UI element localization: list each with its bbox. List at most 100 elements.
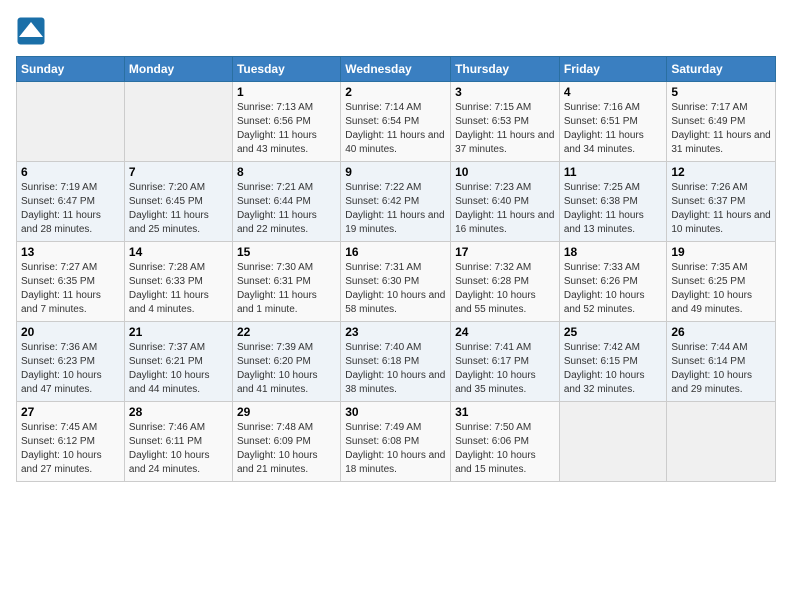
day-info: Sunrise: 7:40 AMSunset: 6:18 PMDaylight:… (345, 341, 446, 397)
day-info: Sunrise: 7:20 AMSunset: 6:45 PMDaylight:… (129, 181, 228, 237)
logo-icon (16, 16, 46, 46)
day-number: 20 (21, 325, 120, 339)
header-cell-sunday: Sunday (17, 57, 125, 82)
day-info: Sunrise: 7:33 AMSunset: 6:26 PMDaylight:… (564, 261, 663, 317)
day-cell: 5 Sunrise: 7:17 AMSunset: 6:49 PMDaylight… (667, 82, 776, 162)
header-cell-monday: Monday (124, 57, 232, 82)
day-info: Sunrise: 7:13 AMSunset: 6:56 PMDaylight:… (237, 101, 336, 157)
day-cell: 22 Sunrise: 7:39 AMSunset: 6:20 PMDayligh… (232, 322, 340, 402)
day-cell (667, 402, 776, 482)
day-info: Sunrise: 7:27 AMSunset: 6:35 PMDaylight:… (21, 261, 120, 317)
header-cell-wednesday: Wednesday (341, 57, 451, 82)
day-cell: 13 Sunrise: 7:27 AMSunset: 6:35 PMDayligh… (17, 242, 125, 322)
header-cell-thursday: Thursday (451, 57, 560, 82)
day-cell: 25Sunrise: 7:42 AMSunset: 6:15 PMDayligh… (559, 322, 667, 402)
day-cell: 11Sunrise: 7:25 AMSunset: 6:38 PMDayligh… (559, 162, 667, 242)
day-cell (17, 82, 125, 162)
day-number: 5 (671, 85, 771, 99)
day-info: Sunrise: 7:49 AMSunset: 6:08 PMDaylight:… (345, 421, 446, 477)
day-info: Sunrise: 7:32 AMSunset: 6:28 PMDaylight:… (455, 261, 555, 317)
day-info: Sunrise: 7:15 AMSunset: 6:53 PMDaylight:… (455, 101, 555, 157)
day-cell: 12 Sunrise: 7:26 AMSunset: 6:37 PMDayligh… (667, 162, 776, 242)
logo (16, 16, 50, 46)
day-cell: 8Sunrise: 7:21 AMSunset: 6:44 PMDaylight… (232, 162, 340, 242)
day-info: Sunrise: 7:36 AMSunset: 6:23 PMDaylight:… (21, 341, 120, 397)
day-number: 15 (237, 245, 336, 259)
day-number: 4 (564, 85, 663, 99)
week-row-1: 1 Sunrise: 7:13 AMSunset: 6:56 PMDaylight… (17, 82, 776, 162)
day-info: Sunrise: 7:41 AMSunset: 6:17 PMDaylight:… (455, 341, 555, 397)
calendar-table: SundayMondayTuesdayWednesdayThursdayFrid… (16, 56, 776, 482)
day-number: 29 (237, 405, 336, 419)
day-cell: 21 Sunrise: 7:37 AMSunset: 6:21 PMDayligh… (124, 322, 232, 402)
day-number: 28 (129, 405, 228, 419)
day-cell: 6 Sunrise: 7:19 AMSunset: 6:47 PMDaylight… (17, 162, 125, 242)
day-cell: 9 Sunrise: 7:22 AMSunset: 6:42 PMDaylight… (341, 162, 451, 242)
day-cell: 30Sunrise: 7:49 AMSunset: 6:08 PMDayligh… (341, 402, 451, 482)
day-cell: 2 Sunrise: 7:14 AMSunset: 6:54 PMDaylight… (341, 82, 451, 162)
day-number: 22 (237, 325, 336, 339)
day-cell: 1 Sunrise: 7:13 AMSunset: 6:56 PMDaylight… (232, 82, 340, 162)
day-info: Sunrise: 7:23 AMSunset: 6:40 PMDaylight:… (455, 181, 555, 237)
day-number: 9 (345, 165, 446, 179)
day-info: Sunrise: 7:37 AMSunset: 6:21 PMDaylight:… (129, 341, 228, 397)
day-info: Sunrise: 7:39 AMSunset: 6:20 PMDaylight:… (237, 341, 336, 397)
day-info: Sunrise: 7:35 AMSunset: 6:25 PMDaylight:… (671, 261, 771, 317)
day-number: 7 (129, 165, 228, 179)
header-cell-saturday: Saturday (667, 57, 776, 82)
day-number: 21 (129, 325, 228, 339)
day-number: 12 (671, 165, 771, 179)
day-cell: 14 Sunrise: 7:28 AMSunset: 6:33 PMDayligh… (124, 242, 232, 322)
week-row-5: 27Sunrise: 7:45 AMSunset: 6:12 PMDayligh… (17, 402, 776, 482)
day-cell: 16 Sunrise: 7:31 AMSunset: 6:30 PMDayligh… (341, 242, 451, 322)
day-info: Sunrise: 7:45 AMSunset: 6:12 PMDaylight:… (21, 421, 120, 477)
day-info: Sunrise: 7:16 AMSunset: 6:51 PMDaylight:… (564, 101, 663, 157)
calendar-header: SundayMondayTuesdayWednesdayThursdayFrid… (17, 57, 776, 82)
day-info: Sunrise: 7:42 AMSunset: 6:15 PMDaylight:… (564, 341, 663, 397)
day-number: 14 (129, 245, 228, 259)
header-cell-friday: Friday (559, 57, 667, 82)
day-cell: 15Sunrise: 7:30 AMSunset: 6:31 PMDayligh… (232, 242, 340, 322)
header-row: SundayMondayTuesdayWednesdayThursdayFrid… (17, 57, 776, 82)
day-cell: 3 Sunrise: 7:15 AMSunset: 6:53 PMDaylight… (451, 82, 560, 162)
day-number: 31 (455, 405, 555, 419)
day-info: Sunrise: 7:31 AMSunset: 6:30 PMDaylight:… (345, 261, 446, 317)
day-number: 18 (564, 245, 663, 259)
day-number: 1 (237, 85, 336, 99)
day-number: 16 (345, 245, 446, 259)
day-number: 3 (455, 85, 555, 99)
day-number: 19 (671, 245, 771, 259)
week-row-4: 20 Sunrise: 7:36 AMSunset: 6:23 PMDayligh… (17, 322, 776, 402)
day-cell: 17 Sunrise: 7:32 AMSunset: 6:28 PMDayligh… (451, 242, 560, 322)
day-cell: 24Sunrise: 7:41 AMSunset: 6:17 PMDayligh… (451, 322, 560, 402)
day-cell: 23 Sunrise: 7:40 AMSunset: 6:18 PMDayligh… (341, 322, 451, 402)
day-info: Sunrise: 7:26 AMSunset: 6:37 PMDaylight:… (671, 181, 771, 237)
day-number: 13 (21, 245, 120, 259)
day-info: Sunrise: 7:50 AMSunset: 6:06 PMDaylight:… (455, 421, 555, 477)
day-cell: 27Sunrise: 7:45 AMSunset: 6:12 PMDayligh… (17, 402, 125, 482)
day-info: Sunrise: 7:19 AMSunset: 6:47 PMDaylight:… (21, 181, 120, 237)
day-number: 6 (21, 165, 120, 179)
day-cell: 10Sunrise: 7:23 AMSunset: 6:40 PMDayligh… (451, 162, 560, 242)
day-info: Sunrise: 7:48 AMSunset: 6:09 PMDaylight:… (237, 421, 336, 477)
day-info: Sunrise: 7:14 AMSunset: 6:54 PMDaylight:… (345, 101, 446, 157)
day-cell: 4 Sunrise: 7:16 AMSunset: 6:51 PMDaylight… (559, 82, 667, 162)
day-cell: 19 Sunrise: 7:35 AMSunset: 6:25 PMDayligh… (667, 242, 776, 322)
day-number: 8 (237, 165, 336, 179)
day-info: Sunrise: 7:22 AMSunset: 6:42 PMDaylight:… (345, 181, 446, 237)
header-cell-tuesday: Tuesday (232, 57, 340, 82)
day-cell: 7 Sunrise: 7:20 AMSunset: 6:45 PMDaylight… (124, 162, 232, 242)
day-cell (559, 402, 667, 482)
day-info: Sunrise: 7:46 AMSunset: 6:11 PMDaylight:… (129, 421, 228, 477)
day-number: 2 (345, 85, 446, 99)
day-info: Sunrise: 7:17 AMSunset: 6:49 PMDaylight:… (671, 101, 771, 157)
day-number: 23 (345, 325, 446, 339)
day-cell: 20 Sunrise: 7:36 AMSunset: 6:23 PMDayligh… (17, 322, 125, 402)
day-info: Sunrise: 7:44 AMSunset: 6:14 PMDaylight:… (671, 341, 771, 397)
day-cell: 31 Sunrise: 7:50 AMSunset: 6:06 PMDayligh… (451, 402, 560, 482)
day-info: Sunrise: 7:28 AMSunset: 6:33 PMDaylight:… (129, 261, 228, 317)
day-cell: 29 Sunrise: 7:48 AMSunset: 6:09 PMDayligh… (232, 402, 340, 482)
day-cell: 18 Sunrise: 7:33 AMSunset: 6:26 PMDayligh… (559, 242, 667, 322)
day-number: 17 (455, 245, 555, 259)
day-number: 26 (671, 325, 771, 339)
